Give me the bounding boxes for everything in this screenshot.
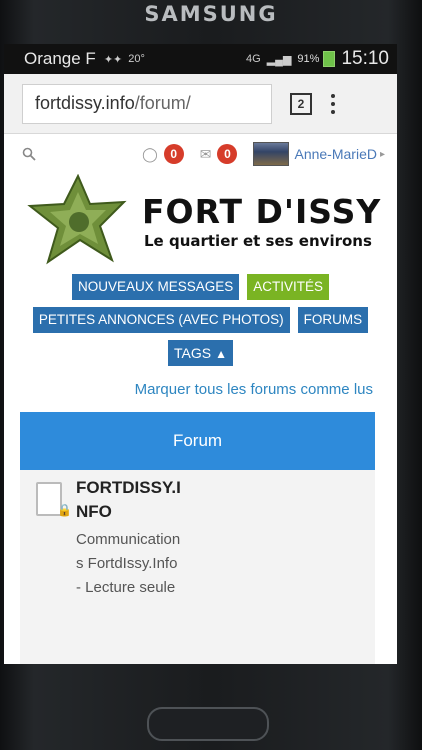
forum-node-description-wrap: Communications FortdIssy.Info - Lecture … [76, 528, 186, 624]
alerts-icon[interactable]: ◯ [142, 146, 158, 163]
temperature: 20° [128, 53, 145, 65]
url-domain: fortdissy.info [35, 93, 135, 113]
signal-icon: ▂▄▆ [266, 53, 292, 66]
browser-toolbar: fortdissy.info/forum/ 2 [4, 74, 397, 134]
forum-node[interactable]: 🔒 FORTDISSY.INFO Communications FortdIss… [20, 470, 375, 664]
tab-switcher-button[interactable]: 2 [290, 92, 312, 115]
search-icon[interactable] [22, 147, 36, 161]
forum-user-bar: ◯ 0 ✉ 0 Anne-MarieD ▸ [4, 134, 397, 174]
site-logo[interactable]: FORT D'ISSY Le quartier et ses environs [4, 174, 397, 274]
logo-subtitle: Le quartier et ses environs [144, 232, 372, 250]
chevron-up-icon: ▲ [215, 347, 227, 361]
user-menu-caret-icon[interactable]: ▸ [380, 149, 385, 160]
nav-row-2: PETITES ANNONCES (AVEC PHOTOS) FORUMS [4, 307, 397, 333]
battery-level: 91% [297, 53, 320, 65]
overflow-menu-icon[interactable] [330, 92, 336, 116]
forum-node-title[interactable]: FORTDISSY.INFO [76, 476, 186, 524]
nav-tags-label: TAGS [174, 345, 212, 361]
phone-body: SAMSUNG Orange F ✦✦ 20° 4G ▂▄▆ 91% 15:10… [0, 0, 422, 750]
nav-activities[interactable]: ACTIVITÉS [247, 274, 330, 300]
device-brand: SAMSUNG [144, 2, 278, 26]
address-bar[interactable]: fortdissy.info/forum/ [22, 83, 272, 124]
nav-tags[interactable]: TAGS ▲ [168, 340, 233, 366]
messages-count-badge[interactable]: 0 [217, 144, 238, 164]
avatar[interactable] [253, 142, 290, 166]
mark-forums-read-link[interactable]: Marquer tous les forums comme lus [4, 381, 373, 398]
network-type: 4G [246, 53, 261, 65]
clock: 15:10 [341, 48, 389, 69]
nav-forums[interactable]: FORUMS [297, 307, 369, 333]
home-button[interactable] [147, 707, 269, 741]
envelope-icon[interactable]: ✉ [200, 146, 212, 163]
nav-classifieds[interactable]: PETITES ANNONCES (AVEC PHOTOS) [32, 307, 290, 333]
carrier-name: Orange F [24, 49, 96, 68]
logo-title: FORT D'ISSY [142, 192, 382, 231]
nav-row-3: TAGS ▲ [4, 340, 397, 366]
phone-screen: Orange F ✦✦ 20° 4G ▂▄▆ 91% 15:10 fortdis… [4, 44, 397, 664]
alerts-count-badge[interactable]: 0 [163, 144, 184, 164]
url-path: /forum/ [134, 93, 191, 113]
lock-icon: 🔒 [57, 503, 72, 517]
battery-icon [323, 51, 336, 67]
forum-category-header[interactable]: Forum [20, 412, 375, 470]
username-link[interactable]: Anne-MarieD [294, 146, 376, 162]
status-bar: Orange F ✦✦ 20° 4G ▂▄▆ 91% 15:10 [4, 44, 397, 74]
nav-new-messages[interactable]: NOUVEAUX MESSAGES [71, 274, 240, 300]
nav-row-1: NOUVEAUX MESSAGES ACTIVITÉS [4, 274, 397, 300]
forum-node-description: Communications FortdIssy.Info - Lecture … [76, 531, 181, 596]
wifi-icon: ✦✦ [103, 53, 123, 66]
fort-star-logo-icon [27, 174, 127, 265]
